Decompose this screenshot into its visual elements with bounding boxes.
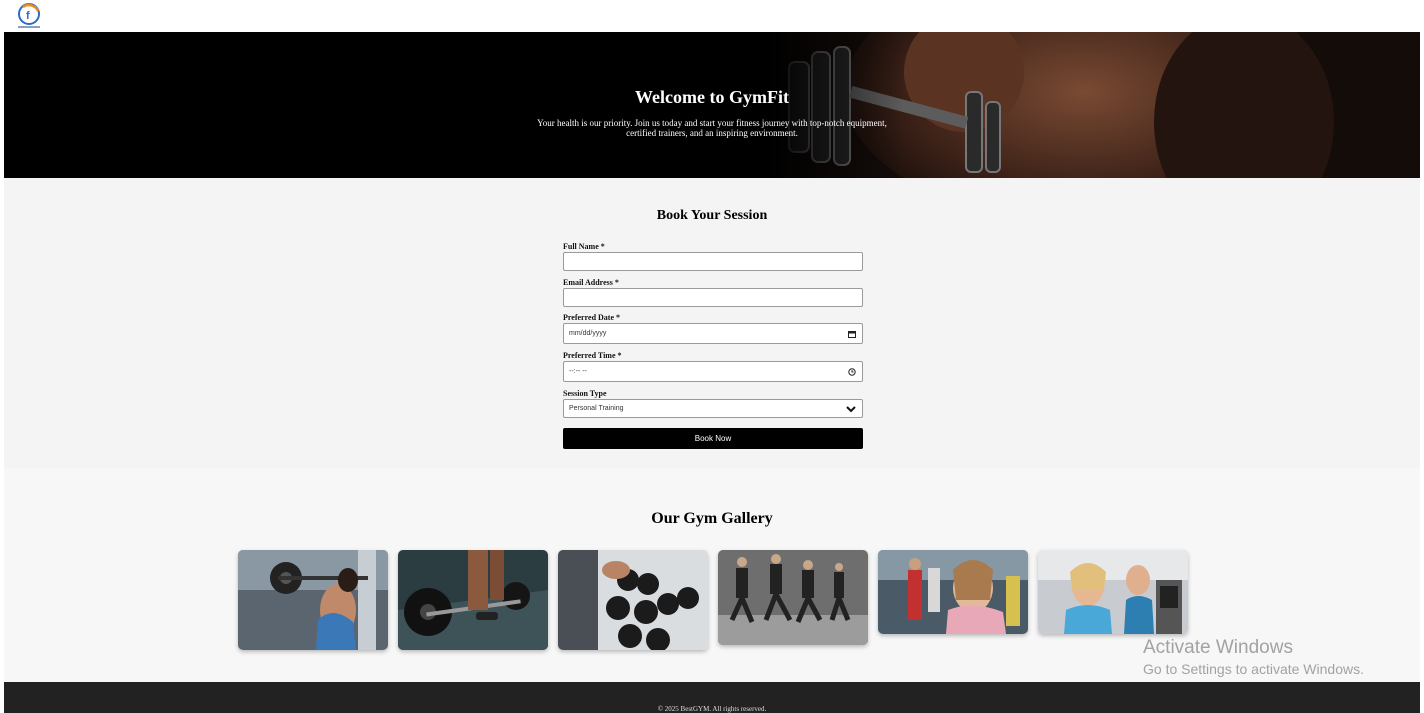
time-input[interactable]: --:-- -- xyxy=(563,361,863,382)
session-type-value: Personal Training xyxy=(569,405,624,412)
gallery-image-5[interactable] xyxy=(878,550,1028,634)
gym-logo-icon[interactable]: f xyxy=(14,2,44,30)
date-input[interactable]: mm/dd/yyyy xyxy=(563,323,863,344)
gallery-image-1[interactable] xyxy=(238,550,388,650)
full-name-input[interactable] xyxy=(563,252,863,271)
page-content: Welcome to GymFit Your health is our pri… xyxy=(4,32,1420,713)
top-bar: f xyxy=(0,0,1424,32)
date-label: Preferred Date * xyxy=(563,313,621,322)
hero-banner: Welcome to GymFit Your health is our pri… xyxy=(4,32,1420,178)
book-now-button[interactable]: Book Now xyxy=(563,428,863,449)
email-label: Email Address * xyxy=(563,278,619,287)
gallery-image-3[interactable] xyxy=(558,550,708,650)
date-placeholder: mm/dd/yyyy xyxy=(569,330,607,337)
gallery-image-6[interactable] xyxy=(1038,550,1188,634)
footer-copyright: © 2025 BestGYM. All rights reserved. xyxy=(657,705,767,713)
watermark-title: Activate Windows xyxy=(1143,637,1293,658)
footer: © 2025 BestGYM. All rights reserved. xyxy=(4,682,1420,713)
hero-subtitle: Your health is our priority. Join us tod… xyxy=(537,118,887,138)
full-name-label: Full Name * xyxy=(563,242,605,251)
gallery-title: Our Gym Gallery xyxy=(651,510,773,527)
time-label: Preferred Time * xyxy=(563,351,622,360)
time-placeholder: --:-- -- xyxy=(569,368,587,375)
session-type-label: Session Type xyxy=(563,389,607,398)
gallery-image-4[interactable] xyxy=(718,550,868,645)
chevron-down-icon xyxy=(846,400,856,419)
svg-text:f: f xyxy=(26,10,30,22)
booking-title: Book Your Session xyxy=(656,208,768,223)
calendar-icon[interactable] xyxy=(848,324,856,345)
gallery-image-2[interactable] xyxy=(398,550,548,650)
email-input[interactable] xyxy=(563,288,863,307)
session-type-select[interactable]: Personal Training xyxy=(563,399,863,418)
hero-title: Welcome to GymFit xyxy=(635,87,789,107)
watermark-subtitle: Go to Settings to activate Windows. xyxy=(1143,661,1364,677)
clock-icon[interactable] xyxy=(848,362,856,383)
windows-activation-watermark: Activate Windows Go to Settings to activ… xyxy=(1143,637,1364,677)
